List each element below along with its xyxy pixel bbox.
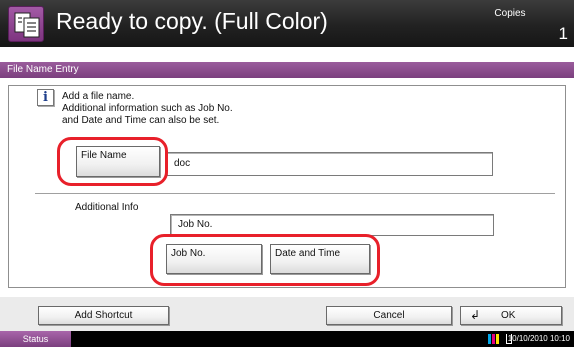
cancel-button[interactable]: Cancel	[326, 306, 452, 325]
datetime: 10/10/2010 10:10	[507, 334, 570, 343]
status-bar: Status 10/10/2010 10:10	[0, 331, 574, 347]
info-text-line: Add a file name.	[62, 91, 135, 102]
highlight-callout	[57, 137, 168, 186]
info-text-line: Additional information such as Job No.	[62, 103, 233, 114]
file-name-field[interactable]: doc	[166, 152, 493, 176]
page-title: Ready to copy. (Full Color)	[56, 8, 328, 34]
status-button[interactable]: Status	[0, 331, 71, 347]
info-icon: i	[37, 89, 54, 106]
ok-button[interactable]: ↲ OK	[460, 306, 562, 325]
copies-label: Copies	[494, 8, 526, 19]
panel-title: File Name Entry	[0, 62, 574, 78]
ok-label: OK	[501, 310, 516, 321]
add-shortcut-button[interactable]: Add Shortcut	[38, 306, 169, 325]
enter-icon: ↲	[470, 308, 481, 322]
section-divider	[35, 193, 555, 194]
additional-info-field[interactable]: Job No.	[170, 214, 494, 236]
copies-count: 1	[558, 24, 568, 43]
header-bar: Ready to copy. (Full Color) Copies 1	[0, 0, 574, 47]
additional-info-label: Additional Info	[75, 202, 139, 213]
highlight-callout	[150, 234, 380, 286]
toner-level-icon	[488, 334, 502, 344]
info-text-line: and Date and Time can also be set.	[62, 115, 220, 126]
copy-documents-icon	[8, 6, 44, 42]
